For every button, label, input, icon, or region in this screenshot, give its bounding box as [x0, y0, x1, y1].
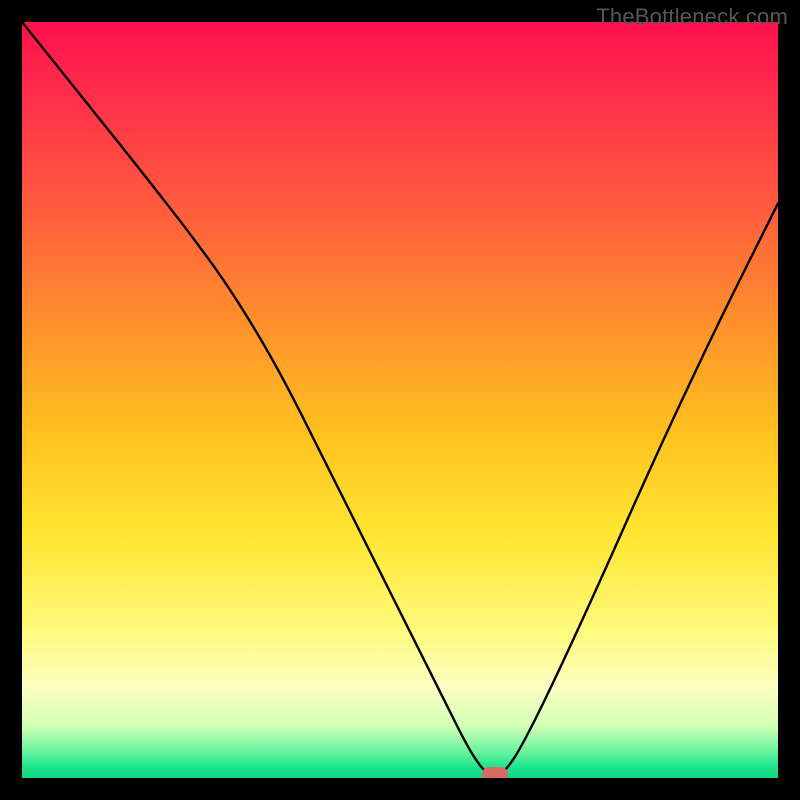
plot-area	[22, 22, 778, 778]
chart-frame: TheBottleneck.com	[0, 0, 800, 800]
bottleneck-curve	[22, 22, 778, 778]
watermark-text: TheBottleneck.com	[596, 4, 788, 30]
optimal-marker	[482, 767, 508, 778]
